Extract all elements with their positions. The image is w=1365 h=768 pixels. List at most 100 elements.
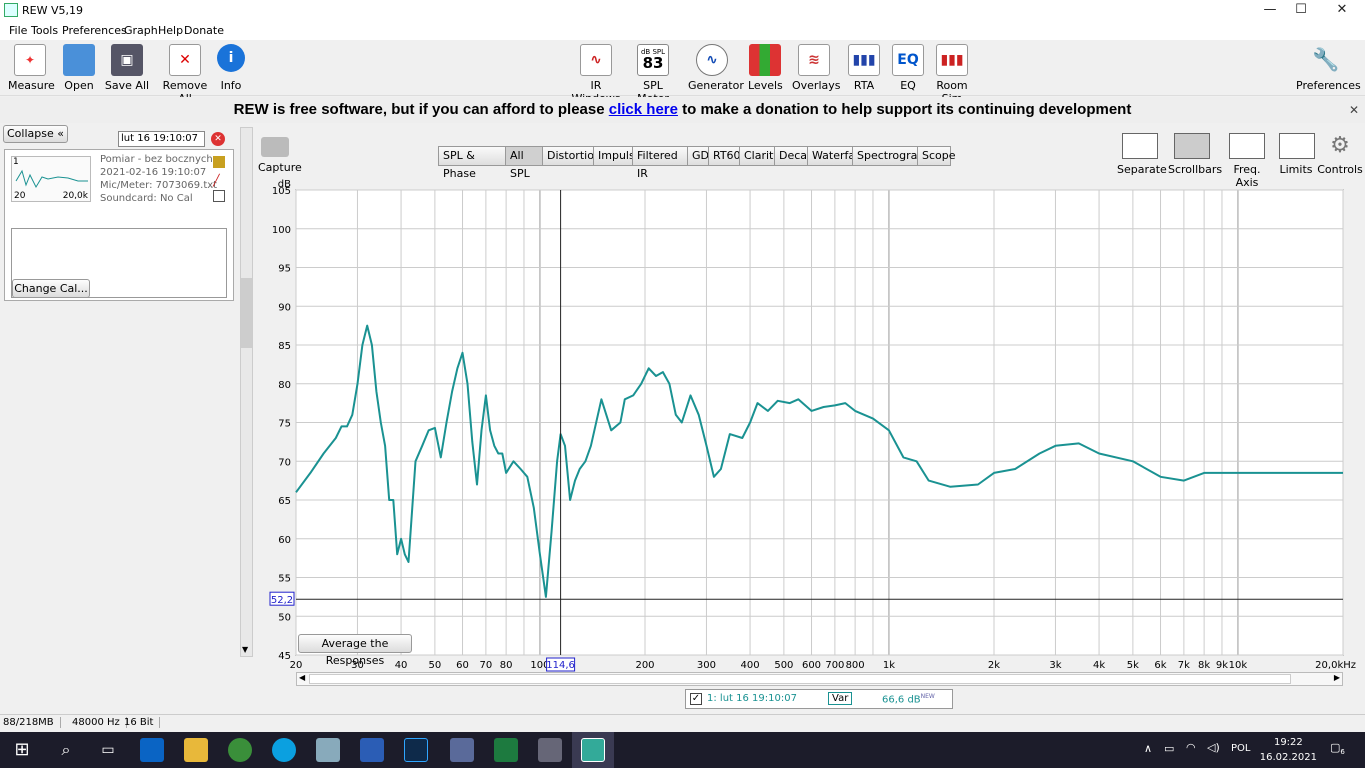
levels-button[interactable]: Levels: [748, 44, 783, 92]
menu-preferences[interactable]: Preferences: [62, 24, 127, 37]
mic-cal-icon[interactable]: [213, 156, 225, 168]
scrollbar-thumb[interactable]: [241, 278, 252, 348]
wifi-icon[interactable]: ◠: [1186, 741, 1196, 754]
graph-scrollbar[interactable]: ◀ ▶: [296, 672, 1343, 686]
scrollbars-icon: [1174, 133, 1210, 159]
remove-measurement-icon[interactable]: ✕: [211, 132, 225, 146]
app-icon: [4, 3, 18, 17]
battery-icon[interactable]: ▭: [1164, 742, 1174, 755]
tab-all-spl[interactable]: All SPL: [505, 146, 543, 180]
pen-icon[interactable]: ╱: [213, 174, 225, 187]
donation-banner: REW is free software, but if you can aff…: [0, 97, 1365, 123]
photoshop-icon[interactable]: [404, 738, 428, 762]
toolbar: ✦ Measure Open ▣ Save All ✕ Remove All i…: [0, 40, 1365, 105]
measurement-name-field[interactable]: lut 16 19:10:07: [118, 131, 205, 147]
overlays-button[interactable]: ≋ Overlays: [792, 44, 841, 92]
legend: ✓ 1: lut 16 19:10:07 Var 66,6 dBNEW: [685, 689, 953, 709]
remove-icon: ✕: [169, 44, 201, 76]
word-icon[interactable]: [360, 738, 384, 762]
scroll-down-icon[interactable]: ▼: [242, 645, 248, 654]
spl-meter-button[interactable]: dB SPL 83 SPL Meter: [630, 44, 676, 105]
windows-start-icon[interactable]: ⊞: [10, 738, 34, 762]
rew-icon: [581, 738, 605, 762]
tab-spl-phase[interactable]: SPL & Phase: [438, 146, 506, 180]
tab-spectrogram[interactable]: Spectrogram: [852, 146, 928, 166]
chrome-icon[interactable]: [228, 738, 252, 762]
graph-scrollbar-thumb[interactable]: [309, 674, 1291, 684]
info-button[interactable]: i Info: [216, 44, 246, 92]
search-icon[interactable]: ⌕: [54, 738, 78, 762]
legend-checkbox[interactable]: ✓: [690, 693, 702, 705]
tray-chevron-icon[interactable]: ∧: [1144, 742, 1152, 755]
tab-distortion[interactable]: Distortion: [542, 146, 601, 166]
measure-button[interactable]: ✦ Measure: [8, 44, 55, 92]
volume-icon[interactable]: ◁): [1207, 741, 1220, 754]
scroll-right-icon[interactable]: ▶: [1334, 673, 1340, 682]
tab-decay[interactable]: Decay: [774, 146, 814, 166]
window-title: REW V5,19: [22, 4, 83, 17]
room-sim-button[interactable]: ▮▮▮ Room Sim: [928, 44, 976, 105]
save-disk-icon[interactable]: [450, 738, 474, 762]
tab-scope[interactable]: Scope: [917, 146, 956, 166]
room-sim-icon: ▮▮▮: [936, 44, 968, 76]
panel-scrollbar[interactable]: ▼: [240, 127, 253, 657]
rew-taskbar-item[interactable]: [572, 732, 614, 768]
maximize-button[interactable]: ☐: [1278, 0, 1324, 22]
skype-icon[interactable]: [272, 738, 296, 762]
open-button[interactable]: Open: [60, 44, 98, 92]
menu-graph[interactable]: Graph: [124, 24, 158, 37]
app-icon-generic[interactable]: [316, 738, 340, 762]
close-banner-icon[interactable]: ✕: [1349, 97, 1359, 123]
tab-impulse[interactable]: Impulse: [593, 146, 641, 166]
close-button[interactable]: ✕: [1319, 0, 1365, 22]
task-view-icon[interactable]: ▭: [96, 738, 120, 762]
menu-tools[interactable]: Tools: [31, 24, 58, 37]
save-all-button[interactable]: ▣ Save All: [104, 44, 150, 92]
save-icon: ▣: [111, 44, 143, 76]
legend-value: 66,6 dBNEW: [882, 693, 935, 706]
scroll-left-icon[interactable]: ◀: [299, 673, 305, 682]
preferences-button[interactable]: 🔧 Preferences: [1296, 44, 1361, 93]
calculator-icon[interactable]: [538, 738, 562, 762]
tab-filtered-ir[interactable]: Filtered IR: [632, 146, 688, 180]
clock[interactable]: 19:22 16.02.2021: [1260, 735, 1317, 765]
freq-axis-button[interactable]: Freq. Axis: [1222, 133, 1272, 189]
tab-rt60[interactable]: RT60: [708, 146, 741, 166]
excel-icon[interactable]: [494, 738, 518, 762]
file-explorer-icon[interactable]: [184, 738, 208, 762]
collapse-icon: «: [57, 127, 64, 140]
rta-icon: ▮▮▮: [848, 44, 880, 76]
controls-button[interactable]: ⚙ Controls: [1317, 133, 1363, 176]
remove-all-button[interactable]: ✕ Remove All: [156, 44, 214, 105]
graph-area: Capture SPL & Phase All SPL Distortion Impu…: [255, 123, 1365, 713]
menu-help[interactable]: Help: [158, 24, 183, 37]
donate-link[interactable]: click here: [609, 101, 678, 118]
scrollbars-button[interactable]: Scrollbars: [1168, 133, 1222, 176]
rta-button[interactable]: ▮▮▮ RTA: [848, 44, 880, 92]
outlook-icon[interactable]: [140, 738, 164, 762]
eq-button[interactable]: EQ EQ: [892, 44, 924, 92]
average-responses-button[interactable]: Average the Responses: [298, 634, 412, 667]
tab-gd[interactable]: GD: [687, 146, 709, 166]
limits-button[interactable]: Limits: [1279, 133, 1315, 176]
change-cal-button[interactable]: Change Cal...: [12, 279, 90, 298]
tab-clarity[interactable]: Clarity: [739, 146, 780, 166]
notification-icon[interactable]: ▢6: [1330, 741, 1345, 756]
camera-icon: [261, 137, 289, 157]
ir-windows-button[interactable]: ∿ IR Windows: [568, 44, 624, 105]
notes-icon[interactable]: [213, 190, 225, 202]
menu-donate[interactable]: Donate: [184, 24, 224, 37]
capture-button[interactable]: Capture: [258, 137, 302, 174]
generator-button[interactable]: ∿ Generator: [688, 44, 744, 92]
language-indicator[interactable]: POL: [1231, 743, 1250, 754]
menu-file[interactable]: File: [9, 24, 27, 37]
bit-depth-status: 16 Bit: [124, 717, 161, 728]
taskbar: ⊞ ⌕ ▭ ∧ ▭ ◠ ◁) POL 19:22 16.02.2021 ▢6: [0, 732, 1365, 768]
gear-icon: ⚙: [1330, 133, 1350, 158]
collapse-button[interactable]: Collapse «: [3, 125, 68, 143]
legend-var[interactable]: Var: [828, 692, 853, 705]
separate-button[interactable]: Separate: [1117, 133, 1167, 176]
folder-icon: [63, 44, 95, 76]
tab-waterfall[interactable]: Waterfall: [807, 146, 861, 166]
measurement-thumbnail[interactable]: 1 20 20,0k: [11, 156, 91, 202]
